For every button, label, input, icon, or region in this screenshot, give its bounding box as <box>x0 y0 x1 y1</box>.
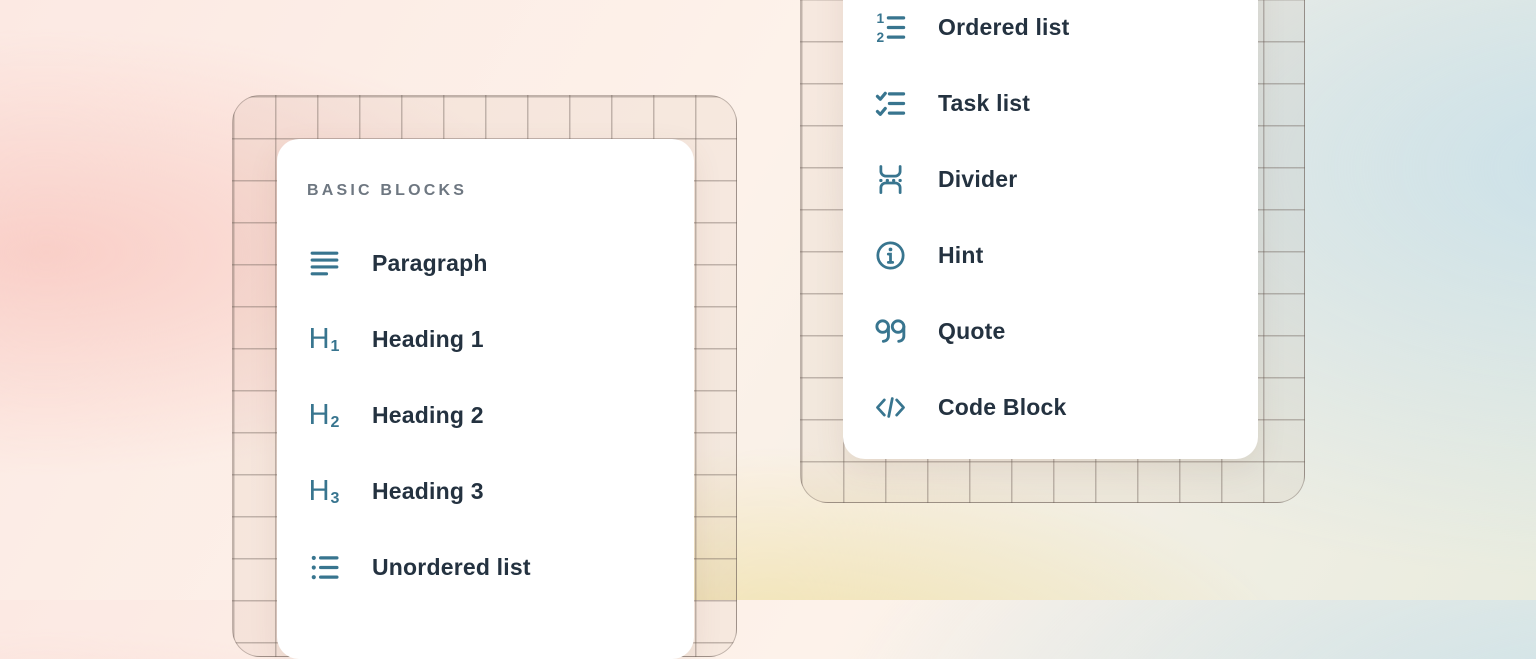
basic-blocks-menu: BASIC BLOCKS Paragraph H1 Heading 1 H2 H… <box>277 139 694 659</box>
svg-text:2: 2 <box>876 30 884 44</box>
menu-item-label: Code Block <box>938 394 1067 421</box>
menu-item-quote[interactable]: Quote <box>843 293 1258 369</box>
menu-item-ordered-list[interactable]: 1 2 Ordered list <box>843 0 1258 65</box>
menu-item-label: Ordered list <box>938 14 1070 41</box>
svg-text:1: 1 <box>876 11 884 26</box>
menu-item-unordered-list[interactable]: Unordered list <box>277 529 694 605</box>
paragraph-icon <box>307 246 341 280</box>
menu-item-divider[interactable]: Divider <box>843 141 1258 217</box>
menu-item-label: Paragraph <box>372 250 488 277</box>
menu-item-heading-1[interactable]: H1 Heading 1 <box>277 301 694 377</box>
menu-item-label: Heading 2 <box>372 402 484 429</box>
ordered-list-icon: 1 2 <box>873 10 907 44</box>
menu-item-paragraph[interactable]: Paragraph <box>277 225 694 301</box>
menu-item-label: Unordered list <box>372 554 531 581</box>
heading-1-icon: H1 <box>307 322 341 356</box>
menu-item-hint[interactable]: Hint <box>843 217 1258 293</box>
hint-icon <box>873 238 907 272</box>
quote-icon <box>873 314 907 348</box>
menu-item-label: Task list <box>938 90 1030 117</box>
heading-2-icon: H2 <box>307 398 341 432</box>
menu-item-label: Heading 3 <box>372 478 484 505</box>
menu-item-code-block[interactable]: Code Block <box>843 369 1258 445</box>
section-label: BASIC BLOCKS <box>277 179 694 203</box>
menu-item-heading-3[interactable]: H3 Heading 3 <box>277 453 694 529</box>
unordered-list-icon <box>307 550 341 584</box>
divider-icon <box>873 162 907 196</box>
code-block-icon <box>873 390 907 424</box>
menu-item-label: Heading 1 <box>372 326 484 353</box>
task-list-icon <box>873 86 907 120</box>
menu-item-heading-2[interactable]: H2 Heading 2 <box>277 377 694 453</box>
blocks-menu-continued: 1 2 Ordered list Task list <box>843 0 1258 459</box>
menu-item-label: Divider <box>938 166 1017 193</box>
menu-item-label: Quote <box>938 318 1005 345</box>
menu-item-task-list[interactable]: Task list <box>843 65 1258 141</box>
heading-3-icon: H3 <box>307 474 341 508</box>
menu-item-label: Hint <box>938 242 984 269</box>
